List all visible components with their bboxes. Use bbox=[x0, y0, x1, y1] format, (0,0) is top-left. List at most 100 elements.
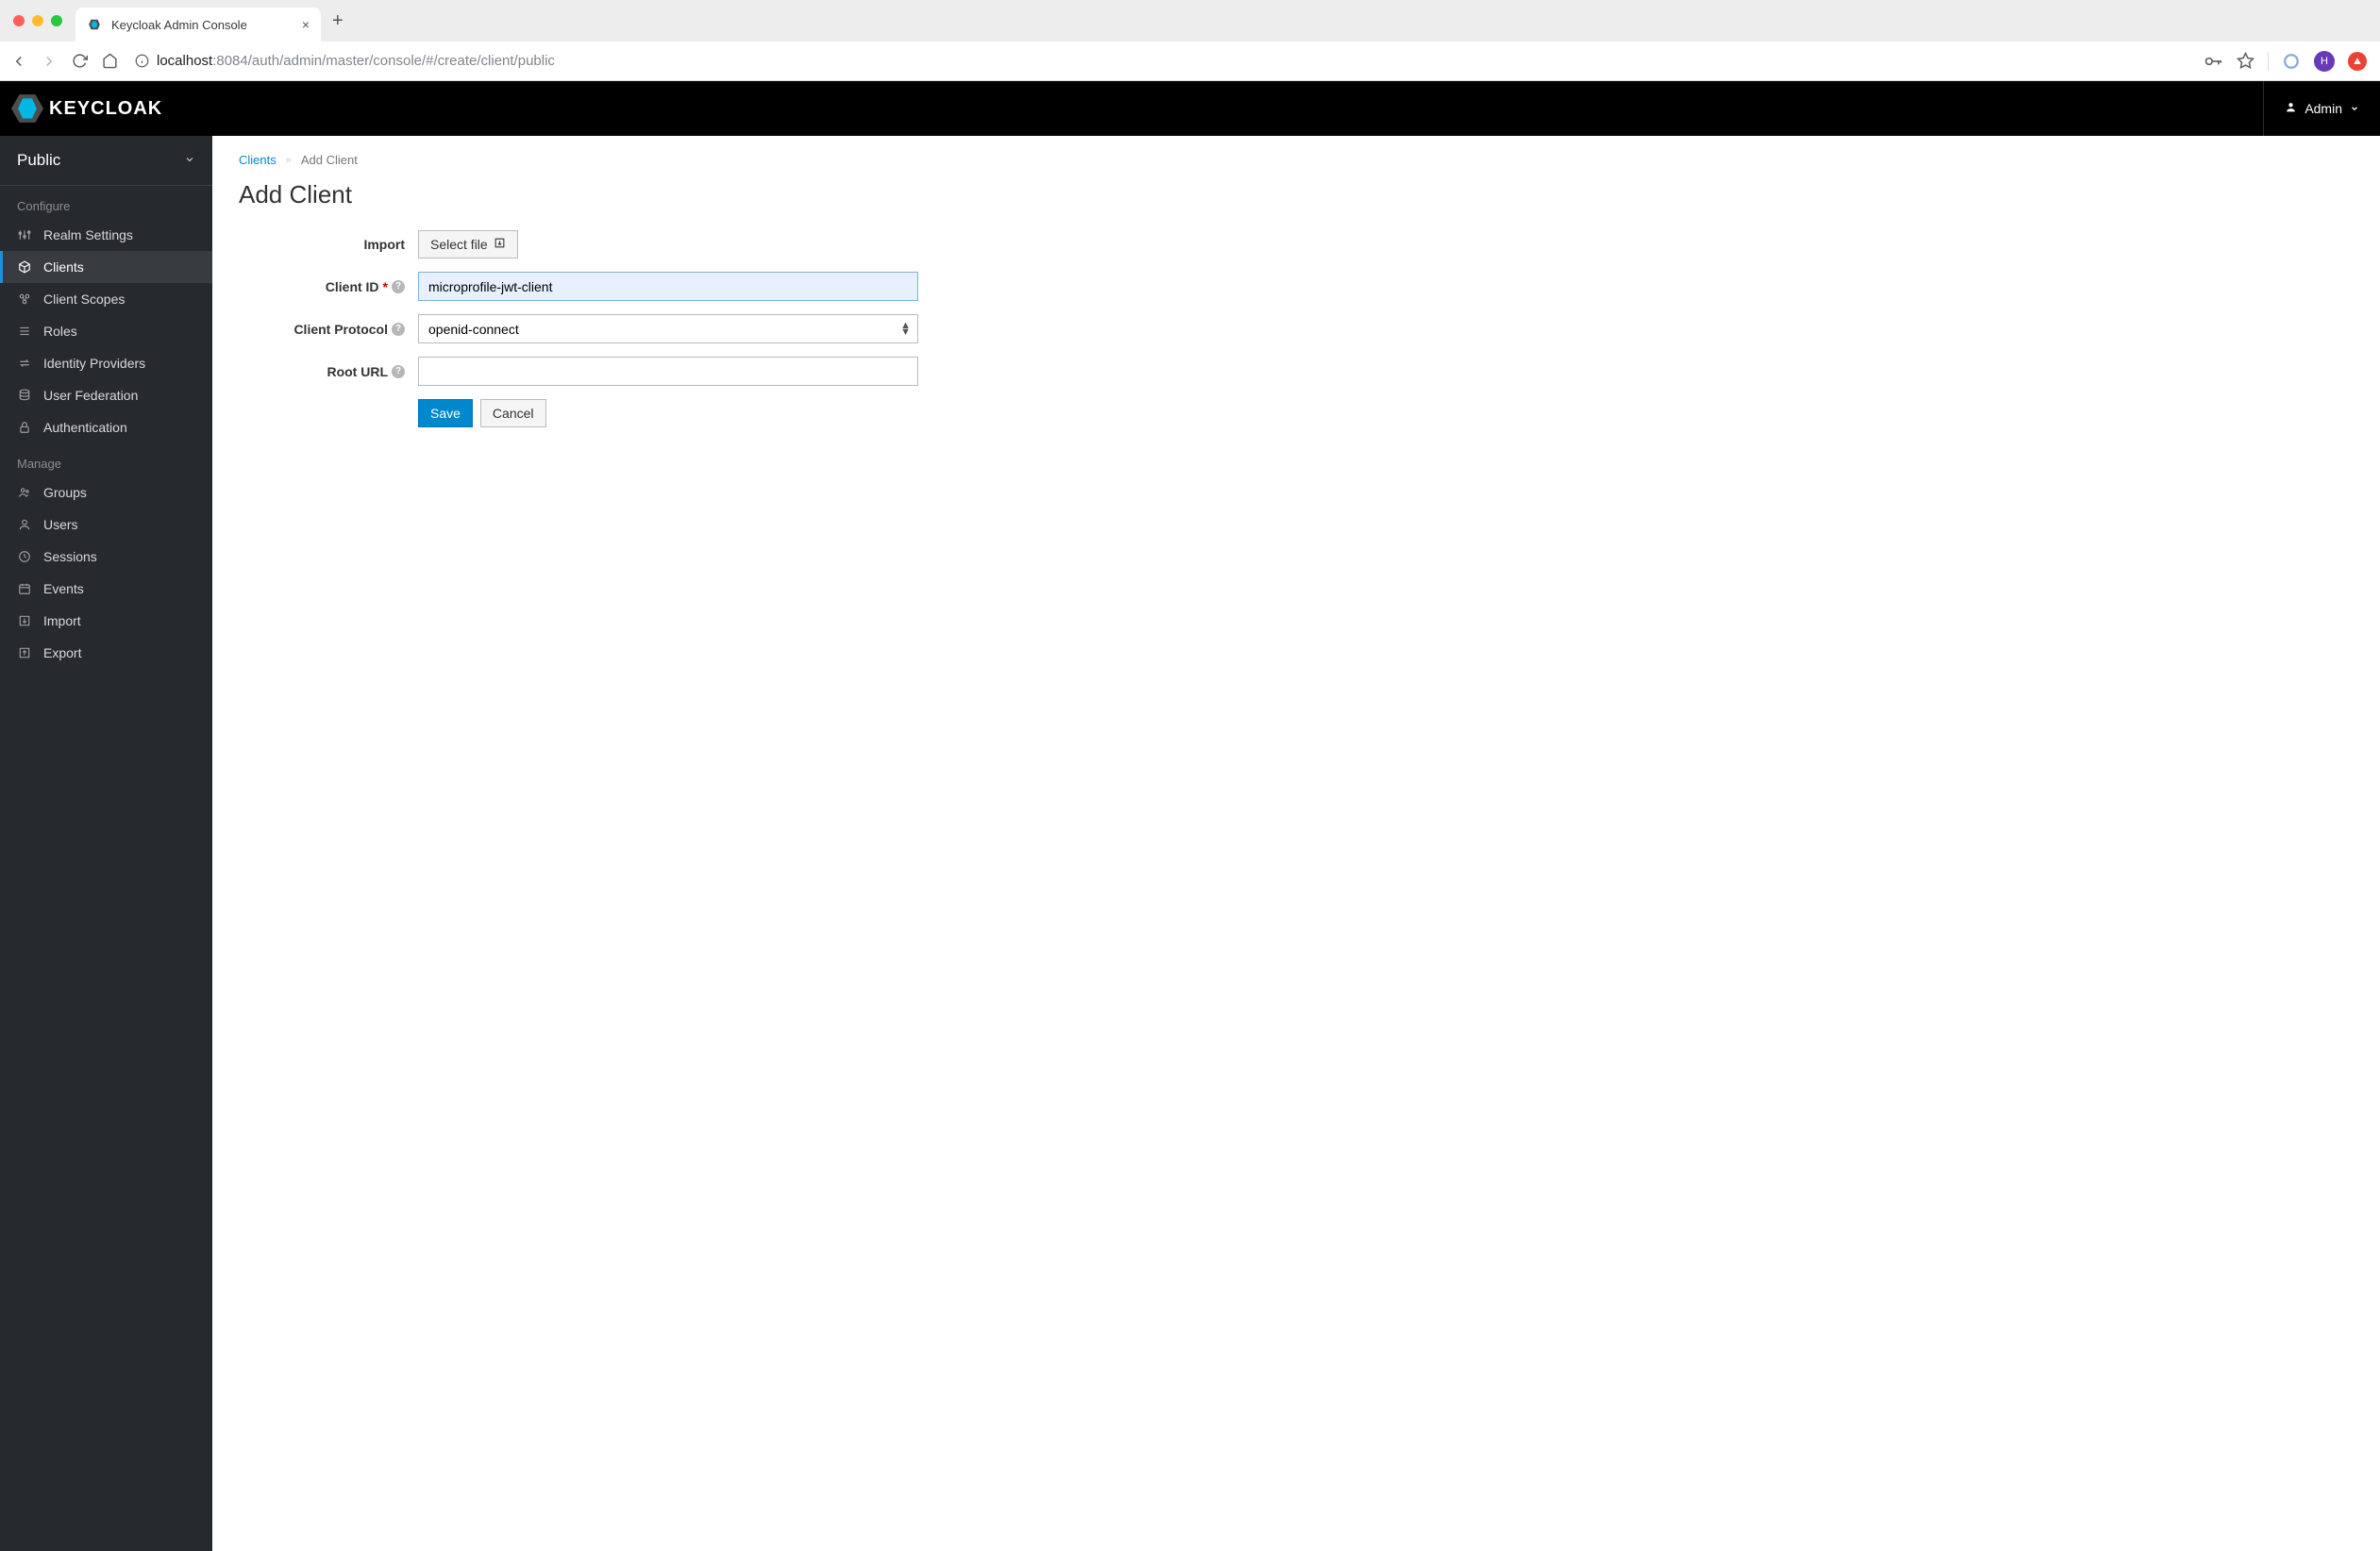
user-icon bbox=[17, 518, 32, 531]
sidebar-item-label: Export bbox=[43, 645, 81, 660]
window-controls bbox=[0, 15, 75, 26]
keycloak-favicon-icon bbox=[87, 17, 102, 32]
exchange-icon bbox=[17, 357, 32, 370]
required-marker: * bbox=[383, 279, 388, 294]
toolbar-divider bbox=[2268, 52, 2269, 71]
sidebar-item-label: Authentication bbox=[43, 420, 127, 435]
url-text: localhost:8084/auth/admin/master/console… bbox=[157, 53, 555, 69]
user-icon bbox=[2285, 101, 2297, 116]
browser-toolbar: localhost:8084/auth/admin/master/console… bbox=[0, 42, 2380, 81]
sidebar-item-identity-providers[interactable]: Identity Providers bbox=[0, 347, 212, 379]
extension-icon[interactable] bbox=[2282, 53, 2301, 70]
help-icon[interactable]: ? bbox=[392, 365, 405, 378]
realm-name: Public bbox=[17, 151, 60, 170]
sidebar-item-label: Sessions bbox=[43, 549, 97, 564]
sidebar-item-user-federation[interactable]: User Federation bbox=[0, 379, 212, 411]
sidebar-item-import[interactable]: Import bbox=[0, 605, 212, 637]
cube-icon bbox=[17, 260, 32, 274]
browser-tab-title: Keycloak Admin Console bbox=[111, 18, 293, 32]
client-id-input[interactable] bbox=[418, 272, 918, 301]
breadcrumb: Clients » Add Client bbox=[239, 153, 2354, 167]
sidebar-item-label: Client Scopes bbox=[43, 292, 125, 307]
import-file-icon bbox=[494, 237, 506, 252]
sidebar-item-label: Import bbox=[43, 613, 81, 628]
section-manage-title: Manage bbox=[0, 443, 212, 476]
sidebar-item-label: User Federation bbox=[43, 388, 138, 403]
profile-avatar[interactable]: H bbox=[2314, 51, 2335, 72]
row-client-protocol: Client Protocol ? openid-connect ▲▼ bbox=[239, 314, 1154, 343]
scopes-icon bbox=[17, 292, 32, 306]
sidebar-item-events[interactable]: Events bbox=[0, 573, 212, 605]
client-id-label: Client ID * ? bbox=[239, 279, 418, 294]
sidebar-item-label: Identity Providers bbox=[43, 356, 145, 371]
sidebar: Public Configure Realm Settings Clients … bbox=[0, 136, 212, 1551]
database-icon bbox=[17, 389, 32, 402]
breadcrumb-separator-icon: » bbox=[286, 155, 292, 166]
user-menu[interactable]: Admin bbox=[2263, 81, 2359, 136]
brand-logo[interactable]: KEYCLOAK bbox=[11, 94, 162, 123]
titlebar: Keycloak Admin Console × + bbox=[0, 0, 2380, 42]
sidebar-item-realm-settings[interactable]: Realm Settings bbox=[0, 219, 212, 251]
forward-icon[interactable] bbox=[40, 53, 59, 70]
import-icon bbox=[17, 614, 32, 627]
sidebar-item-label: Roles bbox=[43, 324, 77, 339]
notification-badge-icon[interactable] bbox=[2348, 52, 2367, 71]
lock-icon bbox=[17, 421, 32, 434]
select-file-button[interactable]: Select file bbox=[418, 230, 518, 258]
new-tab-button[interactable]: + bbox=[321, 10, 355, 32]
row-import: Import Select file bbox=[239, 230, 1154, 258]
section-configure-title: Configure bbox=[0, 186, 212, 219]
window-maximize-button[interactable] bbox=[51, 15, 62, 26]
sidebar-item-sessions[interactable]: Sessions bbox=[0, 541, 212, 573]
sidebar-item-authentication[interactable]: Authentication bbox=[0, 411, 212, 443]
sidebar-item-groups[interactable]: Groups bbox=[0, 476, 212, 509]
help-icon[interactable]: ? bbox=[392, 280, 405, 293]
sidebar-item-export[interactable]: Export bbox=[0, 637, 212, 669]
sidebar-item-label: Clients bbox=[43, 259, 84, 275]
sidebar-item-roles[interactable]: Roles bbox=[0, 315, 212, 347]
sliders-icon bbox=[17, 228, 32, 242]
sidebar-item-clients[interactable]: Clients bbox=[0, 251, 212, 283]
keycloak-logo-icon bbox=[11, 94, 43, 123]
brand-text: KEYCLOAK bbox=[49, 98, 162, 120]
window-minimize-button[interactable] bbox=[32, 15, 43, 26]
realm-selector[interactable]: Public bbox=[0, 136, 212, 186]
import-label: Import bbox=[239, 237, 418, 252]
chevron-down-icon bbox=[2350, 101, 2359, 116]
star-icon[interactable] bbox=[2236, 52, 2254, 70]
sidebar-item-label: Events bbox=[43, 581, 84, 596]
window-close-button[interactable] bbox=[13, 15, 25, 26]
form-actions: Save Cancel bbox=[418, 399, 1154, 427]
root-url-input[interactable] bbox=[418, 357, 918, 386]
export-icon bbox=[17, 646, 32, 659]
save-button[interactable]: Save bbox=[418, 399, 473, 427]
home-icon[interactable] bbox=[100, 53, 119, 69]
tab-close-icon[interactable]: × bbox=[302, 17, 310, 32]
add-client-form: Import Select file Client ID * ? bbox=[239, 230, 1154, 427]
client-protocol-select[interactable]: openid-connect bbox=[418, 314, 918, 343]
group-icon bbox=[17, 486, 32, 499]
sidebar-item-client-scopes[interactable]: Client Scopes bbox=[0, 283, 212, 315]
browser-tab[interactable]: Keycloak Admin Console × bbox=[75, 8, 321, 42]
sidebar-item-label: Users bbox=[43, 517, 78, 532]
breadcrumb-current: Add Client bbox=[301, 153, 358, 167]
sidebar-item-users[interactable]: Users bbox=[0, 509, 212, 541]
breadcrumb-clients-link[interactable]: Clients bbox=[239, 153, 277, 167]
toolbar-right: H bbox=[2204, 51, 2371, 72]
row-root-url: Root URL ? bbox=[239, 357, 1154, 386]
reload-icon[interactable] bbox=[70, 53, 89, 69]
client-protocol-label: Client Protocol ? bbox=[239, 322, 418, 337]
app: KEYCLOAK Admin Public Configure Realm Se… bbox=[0, 81, 2380, 1551]
chevron-down-icon bbox=[184, 151, 195, 170]
user-label: Admin bbox=[2305, 101, 2342, 116]
key-icon[interactable] bbox=[2204, 52, 2222, 71]
info-icon[interactable] bbox=[134, 54, 149, 68]
back-icon[interactable] bbox=[9, 53, 28, 70]
cancel-button[interactable]: Cancel bbox=[480, 399, 546, 427]
app-header: KEYCLOAK Admin bbox=[0, 81, 2380, 136]
sidebar-item-label: Realm Settings bbox=[43, 227, 133, 242]
address-bar[interactable]: localhost:8084/auth/admin/master/console… bbox=[130, 53, 2192, 69]
clock-icon bbox=[17, 550, 32, 563]
browser-chrome: Keycloak Admin Console × + localhost:808… bbox=[0, 0, 2380, 81]
help-icon[interactable]: ? bbox=[392, 323, 405, 336]
